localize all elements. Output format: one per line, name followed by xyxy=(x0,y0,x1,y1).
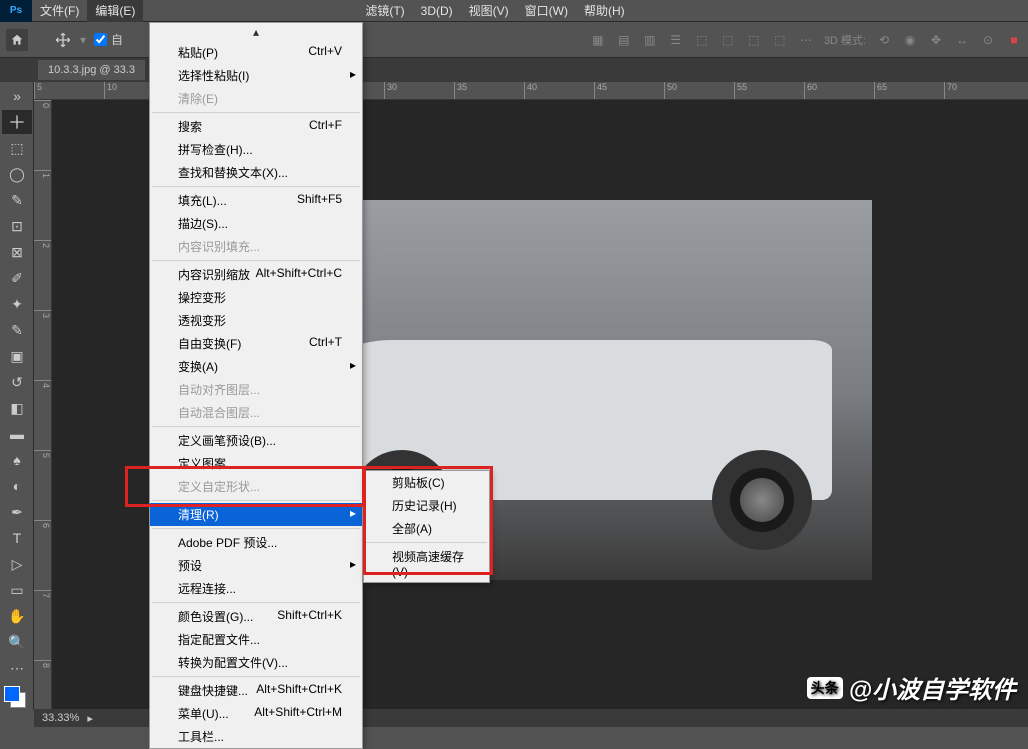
menu-findreplace[interactable]: 查找和替换文本(X)... xyxy=(150,161,362,184)
menu-search[interactable]: 搜索Ctrl+F xyxy=(150,115,362,138)
submenu-videocache[interactable]: 视频高速缓存(V) xyxy=(364,545,489,582)
distribute-icon[interactable]: ⬚ xyxy=(746,32,762,48)
menu-presets[interactable]: 预设▸ xyxy=(150,554,362,577)
align-icon[interactable]: ▥ xyxy=(642,32,658,48)
menu-purge[interactable]: 清理(R)▸ xyxy=(150,503,362,526)
menubar: Ps 文件(F) 编辑(E) 滤镜(T) 3D(D) 视图(V) 窗口(W) 帮… xyxy=(0,0,1028,22)
menu-spell[interactable]: 拼写检查(H)... xyxy=(150,138,362,161)
distribute-icon[interactable]: ⬚ xyxy=(772,32,788,48)
mode3d-label: 3D 模式: xyxy=(824,32,866,48)
menu-keyboard[interactable]: 键盘快捷键...Alt+Shift+Ctrl+K xyxy=(150,679,362,702)
menu-adobepdf[interactable]: Adobe PDF 预设... xyxy=(150,531,362,554)
watermark: 头条 @小波自学软件 xyxy=(807,670,1016,705)
menu-edit[interactable]: 编辑(E) xyxy=(87,0,143,22)
stamp-tool[interactable]: ▣ xyxy=(2,344,32,368)
eyedropper-tool[interactable]: ✐ xyxy=(2,266,32,290)
align-icon[interactable]: ▤ xyxy=(616,32,632,48)
menu-toolbar[interactable]: 工具栏... xyxy=(150,725,362,748)
distribute-icon[interactable]: ⬚ xyxy=(694,32,710,48)
eraser-tool[interactable]: ◧ xyxy=(2,396,32,420)
home-button[interactable] xyxy=(6,29,28,51)
menu-remote[interactable]: 远程连接... xyxy=(150,577,362,600)
menu-colorsettings[interactable]: 颜色设置(G)...Shift+Ctrl+K xyxy=(150,605,362,628)
dodge-tool[interactable]: ◐ xyxy=(2,474,32,498)
distribute-icon[interactable]: ⬚ xyxy=(720,32,736,48)
menu-convertprofile[interactable]: 转换为配置文件(V)... xyxy=(150,651,362,674)
menu-fill[interactable]: 填充(L)...Shift+F5 xyxy=(150,189,362,212)
align-icon[interactable]: ▦ xyxy=(590,32,606,48)
menu-autoalign: 自动对齐图层... xyxy=(150,378,362,401)
align-icon[interactable]: ☰ xyxy=(668,32,684,48)
menu-filter[interactable]: 滤镜(T) xyxy=(357,0,412,22)
menu-menus[interactable]: 菜单(U)...Alt+Shift+Ctrl+M xyxy=(150,702,362,725)
menu-file[interactable]: 文件(F) xyxy=(32,0,87,22)
orbit-icon[interactable]: ⟲ xyxy=(876,32,892,48)
pen-tool[interactable]: ✒ xyxy=(2,500,32,524)
edit-menu-dropdown: ▴ 粘贴(P)Ctrl+V 选择性粘贴(I)▸ 清除(E) 搜索Ctrl+F 拼… xyxy=(149,22,363,749)
submenu-history[interactable]: 历史记录(H) xyxy=(364,494,489,517)
chevron-right-icon[interactable]: ▸ xyxy=(87,712,93,725)
healing-tool[interactable]: ✦ xyxy=(2,292,32,316)
menu-view[interactable]: 视图(V) xyxy=(461,0,517,22)
menu-assignprofile[interactable]: 指定配置文件... xyxy=(150,628,362,651)
submenu-all[interactable]: 全部(A) xyxy=(364,517,489,540)
more-icon[interactable]: ⋯ xyxy=(798,32,814,48)
menu-contentfill: 内容识别填充... xyxy=(150,235,362,258)
menu-3d[interactable]: 3D(D) xyxy=(413,1,461,21)
menu-definepattern[interactable]: 定义图案... xyxy=(150,452,362,475)
auto-checkbox[interactable] xyxy=(94,33,107,46)
frame-tool[interactable]: ⊠ xyxy=(2,240,32,264)
zoom-tool[interactable]: 🔍 xyxy=(2,630,32,654)
menu-paste[interactable]: 粘贴(P)Ctrl+V xyxy=(150,41,362,64)
roll-icon[interactable]: ◉ xyxy=(902,32,918,48)
camera-icon[interactable]: ■ xyxy=(1006,32,1022,48)
expand-icon[interactable]: » xyxy=(2,84,32,108)
menu-defineshape: 定义自定形状... xyxy=(150,475,362,498)
tools-panel: » ⬚ ◯ ✎ ⊡ ⊠ ✐ ✦ ✎ ▣ ↺ ◧ ▬ ♠ ◐ ✒ T ▷ ▭ ✋ … xyxy=(0,82,34,710)
menu-stroke[interactable]: 描边(S)... xyxy=(150,212,362,235)
auto-label: 自 xyxy=(111,31,123,48)
menu-definebrush[interactable]: 定义画笔预设(B)... xyxy=(150,429,362,452)
submenu-clipboard[interactable]: 剪贴板(C) xyxy=(364,471,489,494)
quick-select-tool[interactable]: ✎ xyxy=(2,188,32,212)
scroll-up-icon[interactable]: ▴ xyxy=(150,23,362,41)
zoom-level[interactable]: 33.33% xyxy=(42,712,79,724)
type-tool[interactable]: T xyxy=(2,526,32,550)
more-tools[interactable]: ⋯ xyxy=(2,656,32,680)
slide-icon[interactable]: ↔ xyxy=(954,32,970,48)
marquee-tool[interactable]: ⬚ xyxy=(2,136,32,160)
menu-freetransform[interactable]: 自由变换(F)Ctrl+T xyxy=(150,332,362,355)
crop-tool[interactable]: ⊡ xyxy=(2,214,32,238)
shape-tool[interactable]: ▭ xyxy=(2,578,32,602)
color-swatches[interactable] xyxy=(2,686,28,708)
menu-help[interactable]: 帮助(H) xyxy=(576,0,633,22)
fg-color[interactable] xyxy=(4,686,20,702)
menu-transform[interactable]: 变换(A)▸ xyxy=(150,355,362,378)
purge-submenu: 剪贴板(C) 历史记录(H) 全部(A) 视频高速缓存(V) xyxy=(363,470,490,583)
menu-window[interactable]: 窗口(W) xyxy=(517,0,576,22)
document-tab[interactable]: 10.3.3.jpg @ 33.3 xyxy=(38,60,145,80)
menu-clear: 清除(E) xyxy=(150,87,362,110)
lasso-tool[interactable]: ◯ xyxy=(2,162,32,186)
brush-tool[interactable]: ✎ xyxy=(2,318,32,342)
hand-tool[interactable]: ✋ xyxy=(2,604,32,628)
menu-autoblend: 自动混合图层... xyxy=(150,401,362,424)
app-icon: Ps xyxy=(0,0,32,22)
menu-paste-special[interactable]: 选择性粘贴(I)▸ xyxy=(150,64,362,87)
history-brush-tool[interactable]: ↺ xyxy=(2,370,32,394)
gradient-tool[interactable]: ▬ xyxy=(2,422,32,446)
menu-perspective[interactable]: 透视变形 xyxy=(150,309,362,332)
zoom3d-icon[interactable]: ⊙ xyxy=(980,32,996,48)
menu-puppet[interactable]: 操控变形 xyxy=(150,286,362,309)
blur-tool[interactable]: ♠ xyxy=(2,448,32,472)
pan-icon[interactable]: ✥ xyxy=(928,32,944,48)
move-tool[interactable] xyxy=(2,110,32,134)
move-tool-icon[interactable] xyxy=(54,31,72,49)
menu-contentscale[interactable]: 内容识别缩放Alt+Shift+Ctrl+C xyxy=(150,263,362,286)
ruler-vertical: 012345678 xyxy=(34,100,52,709)
path-tool[interactable]: ▷ xyxy=(2,552,32,576)
